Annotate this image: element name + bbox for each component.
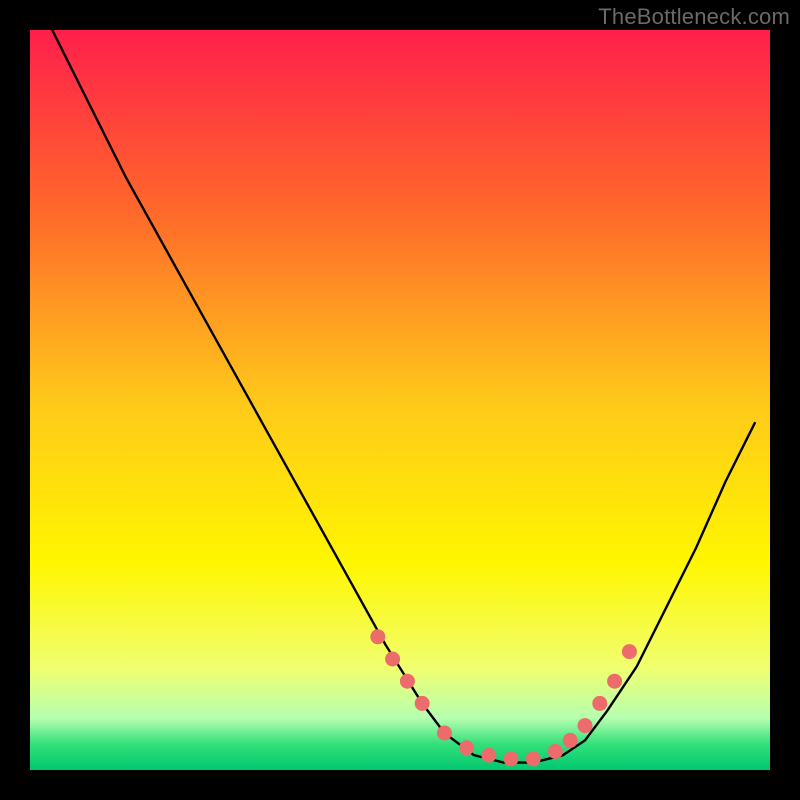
marker-dot	[607, 674, 622, 689]
marker-dot	[548, 744, 563, 759]
marker-dot	[578, 718, 593, 733]
plot-area	[30, 30, 770, 770]
marker-dot	[504, 751, 519, 766]
watermark-text: TheBottleneck.com	[598, 4, 790, 30]
plot-svg	[30, 30, 770, 770]
marker-dot	[563, 733, 578, 748]
marker-dot	[370, 629, 385, 644]
marker-dot	[385, 652, 400, 667]
marker-dot	[592, 696, 607, 711]
marker-dot	[481, 748, 496, 763]
marker-dot	[400, 674, 415, 689]
marker-dot	[437, 726, 452, 741]
chart-frame: TheBottleneck.com	[0, 0, 800, 800]
marker-dot	[459, 740, 474, 755]
marker-dot	[415, 696, 430, 711]
marker-dot	[622, 644, 637, 659]
marker-dot	[526, 751, 541, 766]
